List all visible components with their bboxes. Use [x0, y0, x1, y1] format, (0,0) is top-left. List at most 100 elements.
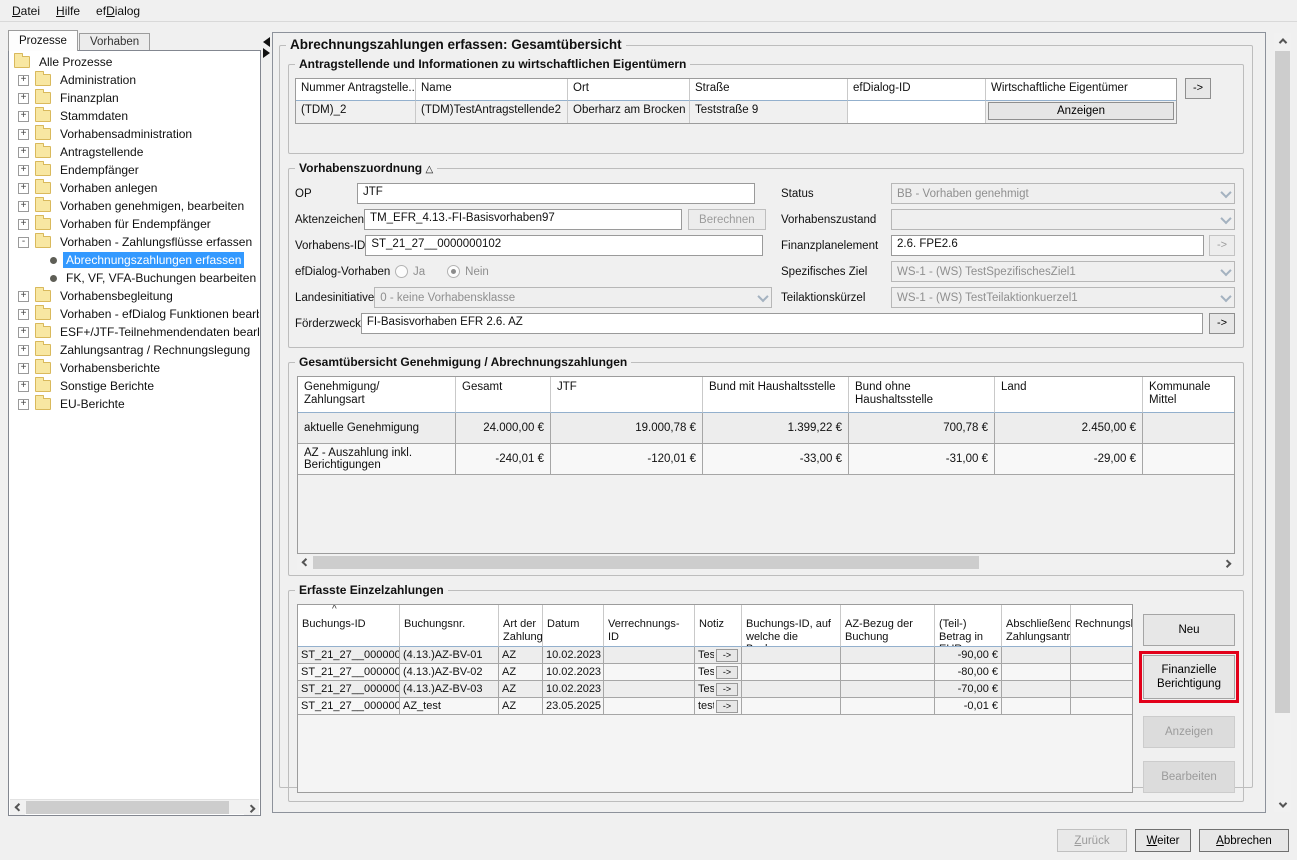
tree-item-vorhabensbegleitung[interactable]: +Vorhabensbegleitung — [10, 287, 259, 305]
column-header[interactable]: Notiz — [695, 605, 742, 647]
tab-prozesse[interactable]: Prozesse — [8, 30, 78, 51]
weiter-button[interactable]: Weiter — [1135, 829, 1191, 852]
tree-item-vorhabensadministration[interactable]: + Vorhabensadministration — [10, 125, 259, 143]
neu-button[interactable]: Neu — [1143, 614, 1235, 646]
expand-plus-icon[interactable]: + — [18, 363, 29, 374]
column-header[interactable]: Nummer Antragstelle... — [296, 79, 416, 101]
column-header[interactable]: Genehmigung/ Zahlungsart — [298, 377, 456, 413]
scroll-right-icon[interactable] — [244, 800, 259, 815]
collapse-triangle-icon[interactable]: △ — [425, 164, 433, 175]
tree-item-abrechnungszahlungen[interactable]: Abrechnungszahlungen erfassen — [10, 251, 259, 269]
foerderzweck-field[interactable]: FI-Basisvorhaben EFR 2.6. AZ — [361, 313, 1203, 334]
open-notiz-button[interactable]: -> — [716, 649, 738, 662]
column-header[interactable]: JTF — [551, 377, 703, 413]
expand-plus-icon[interactable]: + — [18, 201, 29, 212]
tree-horizontal-scrollbar[interactable] — [10, 799, 259, 814]
goto-foerderzweck-button[interactable]: -> — [1209, 313, 1235, 334]
expand-plus-icon[interactable]: + — [18, 93, 29, 104]
open-notiz-button[interactable]: -> — [716, 683, 738, 696]
scroll-up-icon[interactable] — [1275, 33, 1290, 48]
tab-vorhaben[interactable]: Vorhaben — [79, 33, 150, 51]
scrollbar-thumb[interactable] — [1275, 51, 1290, 713]
expand-plus-icon[interactable]: + — [18, 291, 29, 302]
tree-item-label[interactable]: Vorhaben anlegen — [57, 180, 160, 196]
spezifisches-ziel-dropdown[interactable]: WS-1 - (WS) TestSpezifischesZiel1 — [891, 261, 1235, 282]
tree-item-fk-vf-vfa[interactable]: FK, VF, VFA-Buchungen bearbeiten — [10, 269, 259, 287]
expand-plus-icon[interactable]: + — [18, 381, 29, 392]
bearbeiten-button[interactable]: Bearbeiten — [1143, 761, 1235, 793]
column-header[interactable]: (Teil-) Betrag in EUR — [935, 605, 1002, 647]
scrollbar-thumb[interactable] — [26, 801, 229, 814]
tree-item-label[interactable]: Alle Prozesse — [36, 54, 115, 70]
tree-item-label-selected[interactable]: Abrechnungszahlungen erfassen — [63, 252, 244, 268]
panel-splitter[interactable] — [261, 36, 272, 66]
tree-item-label[interactable]: Administration — [57, 72, 139, 88]
scroll-left-icon[interactable] — [297, 555, 312, 570]
tree-item-stammdaten[interactable]: + Stammdaten — [10, 107, 259, 125]
expand-plus-icon[interactable]: + — [18, 147, 29, 158]
column-header[interactable]: Name — [416, 79, 568, 101]
expand-plus-icon[interactable]: + — [18, 219, 29, 230]
tree-item-vorhaben-genehmigen[interactable]: + Vorhaben genehmigen, bearbeiten — [10, 197, 259, 215]
tree-item-label[interactable]: EU-Berichte — [57, 396, 128, 412]
column-header[interactable]: Ort — [568, 79, 690, 101]
menu-datei[interactable]: Datei — [4, 2, 48, 20]
tree-item-label[interactable]: Zahlungsantrag / Rechnungslegung — [57, 342, 253, 358]
expand-plus-icon[interactable]: + — [18, 399, 29, 410]
tree-item-eu-berichte[interactable]: + EU-Berichte — [10, 395, 259, 413]
tree-item-label[interactable]: Sonstige Berichte — [57, 378, 157, 394]
tree-item-efdialog-funktionen[interactable]: +Vorhaben - efDialog Funktionen bearbeit… — [10, 305, 259, 323]
teilaktionskuerzel-dropdown[interactable]: WS-1 - (WS) TestTeilaktionkuerzel1 — [891, 287, 1235, 308]
column-header[interactable]: Buchungs-ID, auf welche die Buchung — [742, 605, 841, 647]
tree-item-label[interactable]: Vorhaben - efDialog Funktionen bearbeite… — [57, 306, 259, 322]
expand-plus-icon[interactable]: + — [18, 345, 29, 356]
tree-item-label[interactable]: Vorhabensadministration — [57, 126, 195, 142]
main-vertical-scrollbar[interactable] — [1274, 33, 1291, 812]
column-header-sorted[interactable]: ^Buchungs-ID — [298, 605, 400, 647]
column-header[interactable]: AZ-Bezug der Buchung — [841, 605, 935, 647]
goto-antragstellende-button[interactable]: -> — [1185, 78, 1211, 99]
zurueck-button[interactable]: Zurück — [1057, 829, 1127, 852]
status-dropdown[interactable]: BB - Vorhaben genehmigt — [891, 183, 1235, 204]
scroll-left-icon[interactable] — [10, 800, 25, 815]
landesinitiative-dropdown[interactable]: 0 - keine Vorhabensklasse — [374, 287, 772, 308]
tree-item-label[interactable]: Vorhaben genehmigen, bearbeiten — [57, 198, 247, 214]
menu-hilfe[interactable]: Hilfe — [48, 2, 88, 20]
tree-item-label[interactable]: FK, VF, VFA-Buchungen bearbeiten — [63, 270, 259, 286]
menu-efdialog[interactable]: efDialog — [88, 2, 148, 20]
scrollbar-thumb[interactable] — [313, 556, 979, 569]
column-header[interactable]: Art der Zahlung — [499, 605, 543, 647]
finanzielle-berichtigung-button[interactable]: Finanzielle Berichtigung — [1143, 655, 1235, 698]
summary-horizontal-scrollbar[interactable] — [297, 555, 1235, 570]
column-header[interactable]: Rechnungslegung — [1071, 605, 1132, 647]
expand-plus-icon[interactable]: + — [18, 165, 29, 176]
tree-item-endempfaenger[interactable]: + Endempfänger — [10, 161, 259, 179]
expand-plus-icon[interactable]: + — [18, 129, 29, 140]
column-header[interactable]: Straße — [690, 79, 848, 101]
aktenzeichen-field[interactable]: TM_EFR_4.13.-FI-Basisvorhaben97 — [364, 209, 682, 230]
open-notiz-button[interactable]: -> — [716, 700, 738, 713]
op-field[interactable]: JTF — [357, 183, 755, 204]
expand-plus-icon[interactable]: + — [18, 183, 29, 194]
tree-item-label[interactable]: Vorhabensberichte — [57, 360, 163, 376]
open-notiz-button[interactable]: -> — [716, 666, 738, 679]
tree-item-label[interactable]: Vorhaben für Endempfänger — [57, 216, 214, 232]
expand-right-icon[interactable] — [263, 48, 270, 58]
tree-item-root[interactable]: Alle Prozesse — [10, 53, 259, 71]
tree-item-vorhaben-anlegen[interactable]: + Vorhaben anlegen — [10, 179, 259, 197]
expand-plus-icon[interactable]: + — [18, 111, 29, 122]
column-header[interactable]: Buchungsnr. — [400, 605, 499, 647]
column-header[interactable]: Kommunale Mittel — [1143, 377, 1234, 413]
abbrechen-button[interactable]: Abbrechen — [1199, 829, 1289, 852]
tree-item-label[interactable]: Vorhaben - Zahlungsflüsse erfassen — [57, 234, 255, 250]
tree-item-vorhabensberichte[interactable]: + Vorhabensberichte — [10, 359, 259, 377]
column-header[interactable]: Wirtschaftliche Eigentümer — [986, 79, 1176, 101]
tree-item-zahlungsfluesse[interactable]: -Vorhaben - Zahlungsflüsse erfassen — [10, 233, 259, 251]
tree-item-label[interactable]: Stammdaten — [57, 108, 131, 124]
tree-item-label[interactable]: Finanzplan — [57, 90, 122, 106]
tree-item-label[interactable]: Endempfänger — [57, 162, 142, 178]
anzeigen-eigentuemer-button[interactable]: Anzeigen — [988, 102, 1174, 120]
radio-ja[interactable] — [395, 265, 408, 278]
scroll-right-icon[interactable] — [1220, 555, 1235, 570]
expand-plus-icon[interactable]: + — [18, 75, 29, 86]
